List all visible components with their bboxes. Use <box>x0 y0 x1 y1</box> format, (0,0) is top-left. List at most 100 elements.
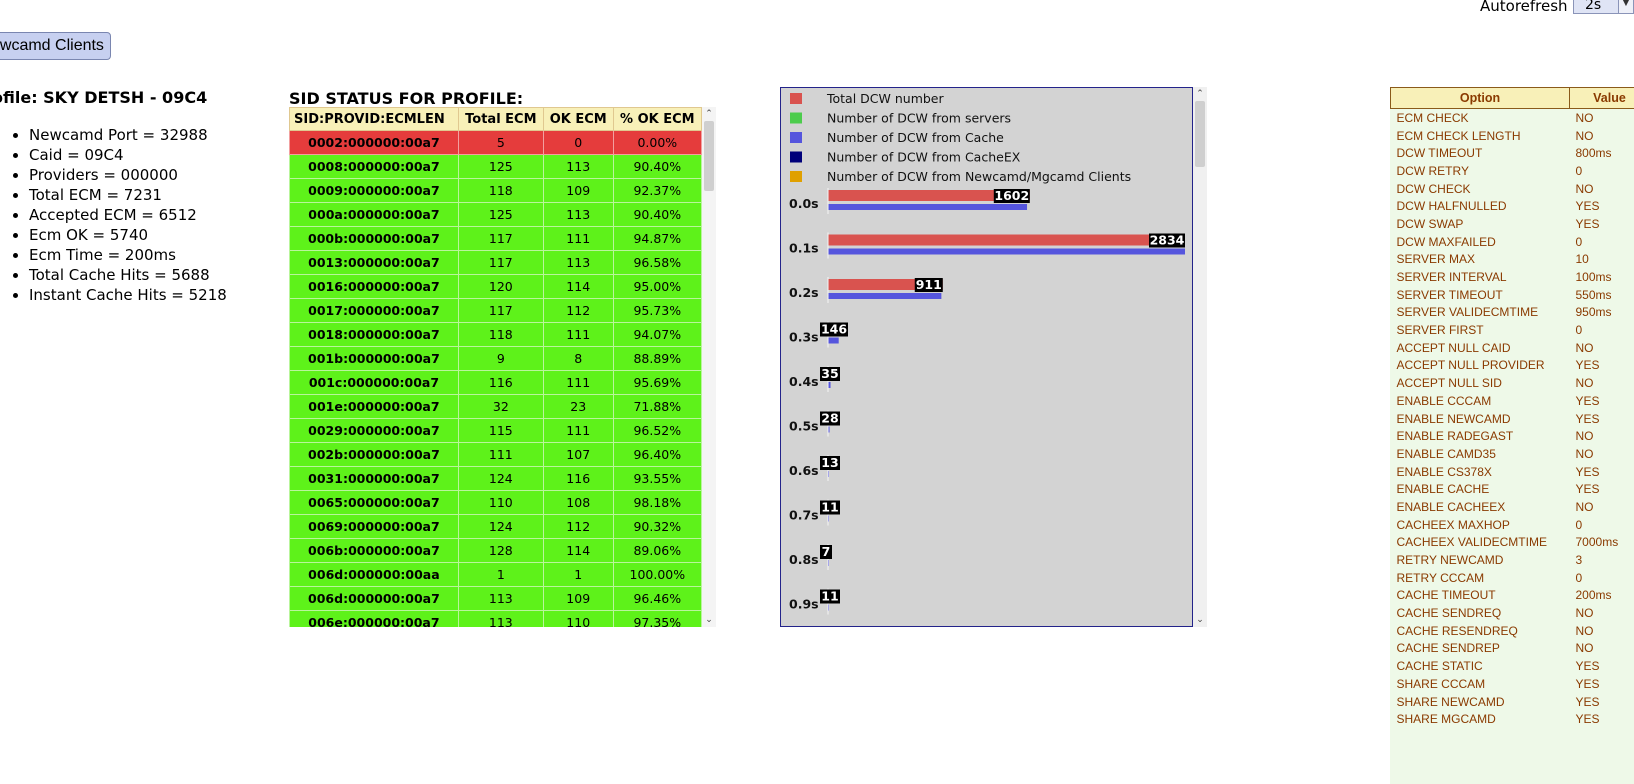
options-row: DCW MAXFAILED 0 <box>1391 233 1634 251</box>
sid-table-row: 000a:000000:00a7 125 113 90.40% <box>289 202 703 227</box>
total-ecm-cell: 125 <box>457 202 544 227</box>
option-name: CACHE TIMEOUT <box>1396 588 1496 603</box>
options-row: ACCEPT NULL SID NO <box>1391 374 1634 392</box>
profile-stat-item: Providers = 000000 <box>29 165 227 185</box>
ok-ecm-cell: 111 <box>542 418 614 443</box>
ok-ecm-cell: 111 <box>542 322 614 347</box>
sid-scrollbar-thumb[interactable] <box>704 121 714 191</box>
option-name: CACHE SENDREQ <box>1396 606 1502 621</box>
category-label: 0.0s <box>789 196 819 211</box>
sid-table-row: 0018:000000:00a7 118 111 94.07% <box>289 322 703 347</box>
option-name: SERVER INTERVAL <box>1396 270 1507 285</box>
sid-cell: 0017:000000:00a7 <box>289 298 459 323</box>
sid-cell: 0065:000000:00a7 <box>289 490 459 515</box>
chevron-down-icon[interactable]: ▼ <box>1618 0 1633 13</box>
total-ecm-cell: 118 <box>457 322 544 347</box>
pct-ok-ecm-cell: 71.88% <box>612 394 703 419</box>
newcamd-clients-button[interactable]: ewcamd Clients <box>0 32 111 60</box>
scroll-up-icon[interactable]: ⌃ <box>1193 87 1207 101</box>
profile-stat-item: Ecm Time = 200ms <box>29 245 227 265</box>
option-value: NO <box>1575 340 1594 355</box>
option-value: YES <box>1575 393 1600 408</box>
option-name: ENABLE RADEGAST <box>1396 429 1514 444</box>
option-value: YES <box>1575 659 1600 674</box>
sid-cell: 000b:000000:00a7 <box>289 226 459 251</box>
legend-swatch <box>790 132 802 143</box>
option-value: 0 <box>1575 234 1583 249</box>
option-value: 3 <box>1575 553 1583 568</box>
ok-ecm-cell: 110 <box>542 610 614 627</box>
pct-ok-ecm-cell: 95.00% <box>612 274 703 299</box>
option-name: SHARE CCCAM <box>1396 676 1486 691</box>
autorefresh-label: Autorefresh <box>1480 0 1568 15</box>
options-row: CACHE SENDREP NO <box>1391 640 1634 658</box>
options-header-row: Option Value <box>1390 87 1634 109</box>
total-ecm-cell: 1 <box>457 562 544 587</box>
options-row: DCW TIMEOUT 800ms <box>1391 144 1634 162</box>
option-name: SHARE NEWCAMD <box>1396 694 1505 709</box>
option-value: YES <box>1575 712 1600 727</box>
value-label: 11 <box>821 500 838 515</box>
total-ecm-cell: 125 <box>457 154 544 179</box>
option-value: NO <box>1575 606 1594 621</box>
autorefresh-select[interactable]: 2s ▼ <box>1573 0 1634 14</box>
total-ecm-cell: 117 <box>457 298 544 323</box>
total-ecm-cell: 117 <box>457 250 544 275</box>
pct-ok-ecm-cell: 92.37% <box>612 178 703 203</box>
dcw-chart: Total DCW number Number of DCW from serve… <box>780 87 1193 627</box>
sid-cell: 000a:000000:00a7 <box>289 202 459 227</box>
options-row: SHARE NEWCAMD YES <box>1391 693 1634 711</box>
sid-status-scroll-area[interactable]: SID:PROVID:ECMLEN Total ECM OK ECM% OK ECM… <box>289 107 720 627</box>
sid-table-header-row: SID:PROVID:ECMLEN Total ECM OK ECM% OK ECM <box>289 107 703 131</box>
options-row: ENABLE CS378X YES <box>1391 463 1634 481</box>
pct-ok-ecm-cell: 90.40% <box>612 202 703 227</box>
total-ecm-cell: 113 <box>457 586 544 611</box>
option-value: 950ms <box>1575 305 1612 320</box>
pct-ok-ecm-cell: 98.18% <box>612 490 703 515</box>
cache-dcw-bar <box>828 204 1028 210</box>
options-row: ECM CHECK NO <box>1391 109 1634 127</box>
sid-table-row: 0069:000000:00a7 124 112 90.32% <box>289 514 703 539</box>
options-row: ACCEPT NULL CAID NO <box>1391 339 1634 357</box>
option-name: ECM CHECK <box>1396 110 1469 125</box>
value-label: 35 <box>821 366 838 381</box>
option-value: NO <box>1575 446 1594 461</box>
options-row: DCW SWAP YES <box>1391 215 1634 233</box>
sid-cell: 0008:000000:00a7 <box>289 154 459 179</box>
option-name: DCW MAXFAILED <box>1396 234 1496 249</box>
options-row: CACHE SENDREQ NO <box>1391 604 1634 622</box>
options-header-value: Value <box>1569 87 1634 109</box>
ok-ecm-cell: 107 <box>542 442 614 467</box>
dcw-chart-svg: Total DCW number Number of DCW from serve… <box>789 91 1185 615</box>
scroll-down-icon[interactable]: ⌄ <box>1193 613 1207 627</box>
chart-scrollbar[interactable]: ⌃ ⌄ <box>1193 87 1207 627</box>
ok-ecm-cell: 23 <box>542 394 614 419</box>
sid-table-row: 006d:000000:00a7 113 109 96.46% <box>289 586 703 611</box>
value-label: 28 <box>821 411 838 426</box>
sid-table-row: 0008:000000:00a7 125 113 90.40% <box>289 154 703 179</box>
sid-scrollbar[interactable]: ⌃ ⌄ <box>702 107 716 627</box>
sid-cell: 0016:000000:00a7 <box>289 274 459 299</box>
value-label: 11 <box>821 589 838 604</box>
pct-ok-ecm-header: % OK ECM <box>612 107 703 131</box>
legend-swatch <box>790 112 802 124</box>
options-row: SERVER INTERVAL 100ms <box>1391 268 1634 286</box>
value-label: 146 <box>821 322 847 337</box>
chart-scrollbar-thumb[interactable] <box>1195 101 1205 167</box>
sid-table-row: 006b:000000:00a7 128 114 89.06% <box>289 538 703 563</box>
option-name: SHARE MGCAMD <box>1396 712 1496 727</box>
option-value: 7000ms <box>1575 535 1619 550</box>
pct-ok-ecm-cell: 94.87% <box>612 226 703 251</box>
total-ecm-cell: 113 <box>457 610 544 627</box>
option-name: ENABLE NEWCAMD <box>1396 411 1511 426</box>
sid-table-row: 001c:000000:00a7 116 111 95.69% <box>289 370 703 395</box>
scroll-down-icon[interactable]: ⌄ <box>702 613 716 627</box>
option-name: SERVER TIMEOUT <box>1396 287 1503 302</box>
options-header-option: Option <box>1390 87 1570 109</box>
total-ecm-cell: 9 <box>457 346 544 371</box>
total-ecm-cell: 128 <box>457 538 544 563</box>
value-label: 911 <box>916 277 942 292</box>
option-name: ECM CHECK LENGTH <box>1396 128 1521 143</box>
option-name: SERVER FIRST <box>1396 323 1484 338</box>
scroll-up-icon[interactable]: ⌃ <box>702 107 716 121</box>
